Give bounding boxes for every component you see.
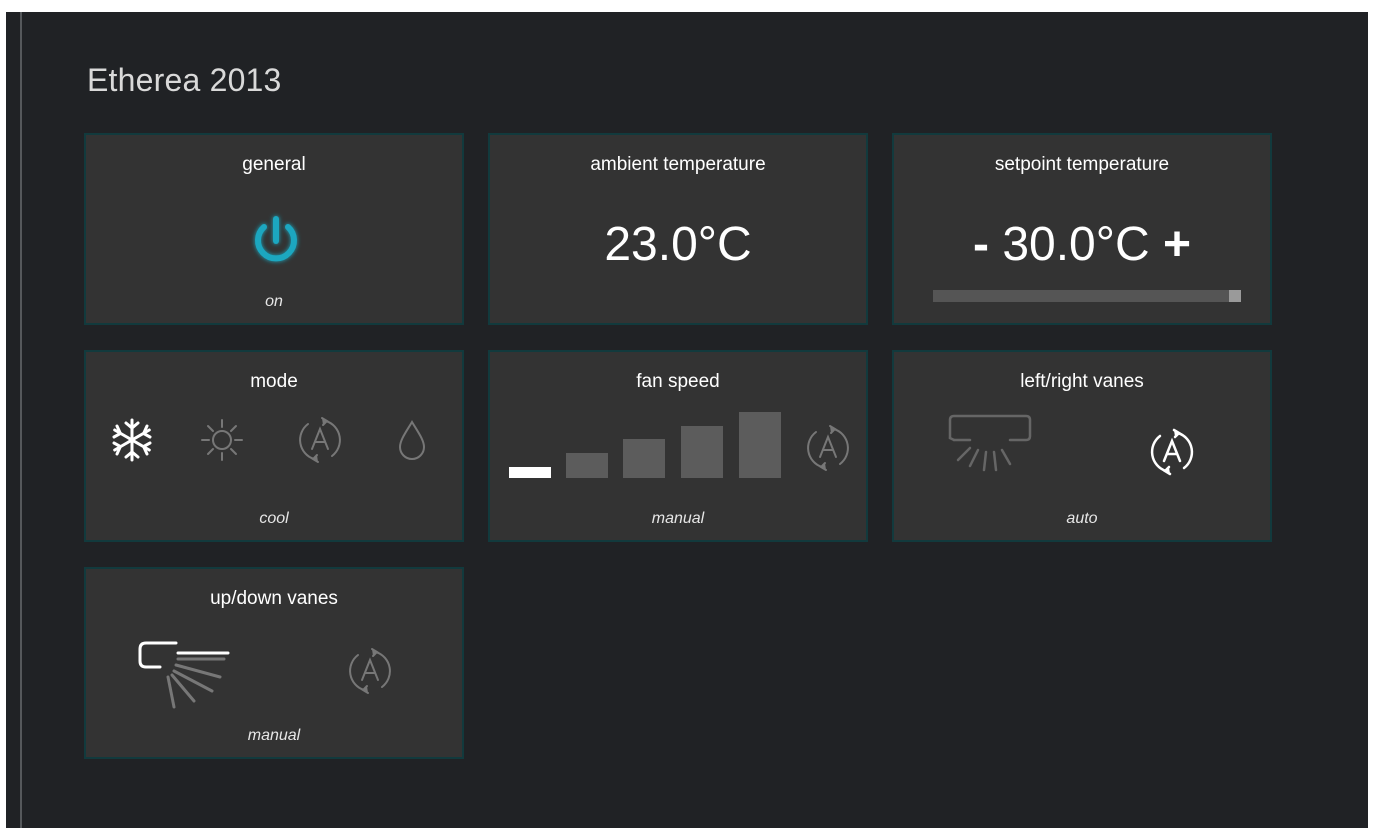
tile-general-status: on: [265, 293, 283, 310]
tile-fan-speed: fan speed manual: [488, 350, 868, 542]
left-divider: [20, 12, 22, 828]
auto-icon[interactable]: [344, 645, 396, 697]
power-icon[interactable]: [246, 211, 306, 271]
app-container: Etherea 2013 general on ambient temperat…: [6, 12, 1368, 828]
droplet-icon[interactable]: [392, 416, 432, 464]
setpoint-slider-thumb[interactable]: [1229, 290, 1241, 302]
ambient-temperature-value: 23.0°C: [604, 218, 752, 271]
tile-setpoint-temperature: setpoint temperature - 30.0°C +: [892, 133, 1272, 325]
tile-left-right-vanes: left/right vanes auto: [892, 350, 1272, 542]
tile-up-down-vanes: up/down vanes manual: [84, 567, 464, 759]
fan-speed-level-5[interactable]: [739, 412, 781, 478]
fan-speed-level-1[interactable]: [509, 467, 551, 478]
tile-general: general on: [84, 133, 464, 325]
tile-mode-status: cool: [259, 510, 289, 527]
tile-fan-status: manual: [651, 510, 705, 527]
tile-ambient-temperature: ambient temperature 23.0°C: [488, 133, 868, 325]
tile-lr-vanes-status: auto: [1066, 510, 1098, 527]
setpoint-temperature-value: 30.0°C: [1002, 218, 1150, 271]
tile-setpoint-title: setpoint temperature: [994, 154, 1170, 175]
setpoint-slider[interactable]: [933, 290, 1241, 302]
tile-mode-title: mode: [250, 371, 298, 392]
fan-speed-level-3[interactable]: [623, 439, 665, 478]
ac-unit-vanes-side-icon[interactable]: [134, 633, 234, 713]
tile-lr-vanes-title: left/right vanes: [1020, 371, 1144, 392]
tile-ud-vanes-title: up/down vanes: [210, 588, 338, 609]
auto-icon[interactable]: [802, 422, 854, 474]
tile-general-title: general: [242, 154, 306, 175]
snowflake-icon[interactable]: [108, 416, 156, 464]
ac-unit-vanes-down-icon[interactable]: [940, 412, 1040, 492]
tile-fan-title: fan speed: [636, 371, 720, 392]
tile-ambient-title: ambient temperature: [590, 154, 766, 175]
increase-setpoint-button[interactable]: +: [1163, 219, 1191, 271]
auto-icon[interactable]: [294, 414, 346, 466]
tile-ud-vanes-status: manual: [247, 727, 301, 744]
page-title: Etherea 2013: [87, 62, 282, 98]
tile-mode: mode cool: [84, 350, 464, 542]
sun-icon[interactable]: [198, 416, 246, 464]
setpoint-row: - 30.0°C +: [894, 219, 1270, 271]
fan-speed-level-2[interactable]: [566, 453, 608, 478]
auto-icon[interactable]: [1146, 426, 1198, 478]
decrease-setpoint-button[interactable]: -: [973, 219, 989, 271]
fan-speed-level-4[interactable]: [681, 426, 723, 478]
